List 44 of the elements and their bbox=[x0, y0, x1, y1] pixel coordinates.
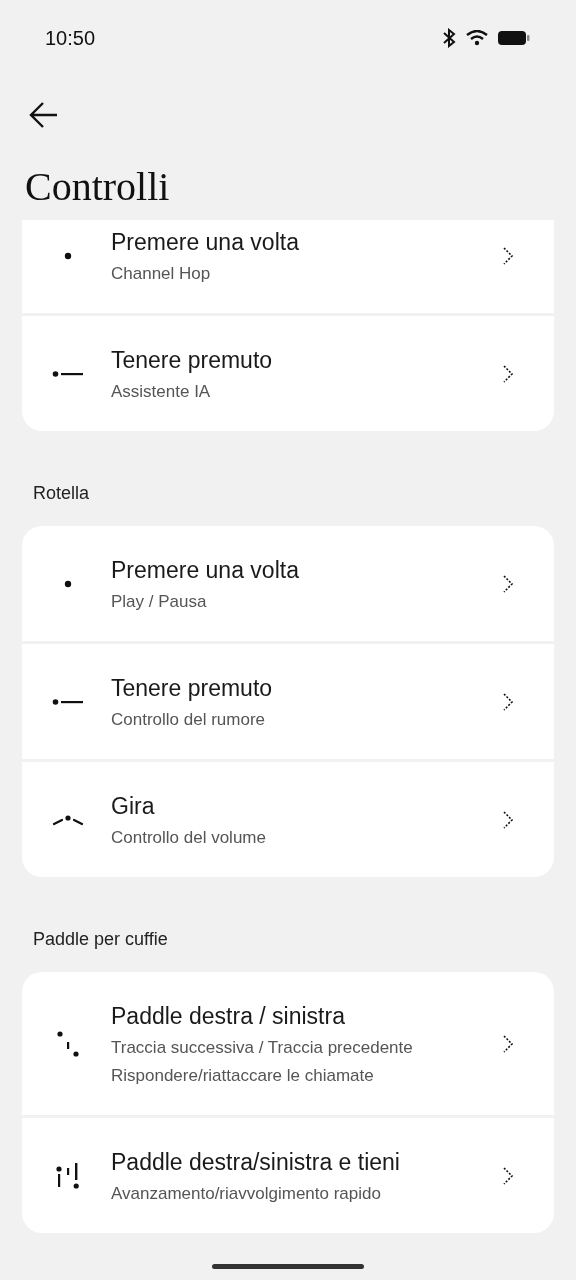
settings-row[interactable]: Paddle destra / sinistra Traccia successiva / Traccia precedente Rispondere/riattaccare le chiamate bbox=[22, 972, 554, 1115]
row-title: Premere una volta bbox=[111, 555, 300, 585]
row-subtitle: Controllo del volume bbox=[111, 826, 267, 849]
dot-dash-icon bbox=[52, 369, 84, 378]
dot-icon bbox=[64, 579, 72, 588]
page-title: Controlli bbox=[25, 163, 170, 211]
row-subtitle: Controllo del rumore bbox=[111, 708, 266, 731]
chevron-right-icon bbox=[502, 245, 514, 266]
chevron-right-icon bbox=[502, 1165, 514, 1186]
section-heading: Paddle per cuffie bbox=[32, 928, 169, 951]
settings-row[interactable]: Premere una volta Play / Pausa bbox=[22, 526, 554, 641]
row-subtitle: Traccia successiva / Traccia precedente bbox=[111, 1036, 414, 1059]
dots-icon bbox=[57, 1029, 79, 1058]
row-subtitle: Play / Pausa bbox=[111, 590, 208, 613]
bluetooth-icon bbox=[442, 28, 456, 48]
wifi-icon bbox=[466, 30, 488, 46]
row-title: Tenere premuto bbox=[111, 345, 274, 375]
chevron-right-icon bbox=[502, 573, 514, 594]
status-time: 10:50 bbox=[45, 26, 96, 51]
row-title: Gira bbox=[111, 791, 156, 821]
settings-row[interactable]: Gira Controllo del volume bbox=[22, 762, 554, 877]
section-heading: Rotella bbox=[32, 482, 91, 505]
chevron-right-icon bbox=[502, 809, 514, 830]
row-title: Paddle destra/sinistra e tieni bbox=[111, 1147, 401, 1177]
chevron-right-icon bbox=[502, 1033, 514, 1054]
dot-icon bbox=[64, 251, 72, 260]
settings-row[interactable]: Premere una volta Channel Hop bbox=[22, 220, 554, 313]
row-subtitle: Assistente IA bbox=[111, 380, 212, 403]
battery-icon bbox=[498, 30, 530, 46]
row-subtitle: Channel Hop bbox=[111, 262, 212, 285]
chevron-right-icon bbox=[502, 363, 514, 384]
settings-row[interactable]: Tenere premuto Assistente IA bbox=[22, 316, 554, 431]
dot-dash-icon bbox=[52, 697, 84, 706]
settings-row[interactable]: Paddle destra/sinistra e tieni Avanzamento/riavvolgimento rapido bbox=[22, 1118, 554, 1233]
settings-row[interactable]: Tenere premuto Controllo del rumore bbox=[22, 644, 554, 759]
row-subtitle: Avanzamento/riavvolgimento rapido bbox=[111, 1182, 382, 1205]
chevron-right-icon bbox=[502, 691, 514, 712]
dot-arc-icon bbox=[52, 813, 84, 826]
back-arrow-icon bbox=[29, 101, 59, 129]
dots-bars-icon bbox=[56, 1160, 80, 1191]
row-title: Paddle destra / sinistra bbox=[111, 1001, 346, 1031]
row-title: Tenere premuto bbox=[111, 673, 274, 703]
row-subtitle: Rispondere/riattaccare le chiamate bbox=[111, 1064, 375, 1087]
row-title: Premere una volta bbox=[111, 227, 300, 257]
